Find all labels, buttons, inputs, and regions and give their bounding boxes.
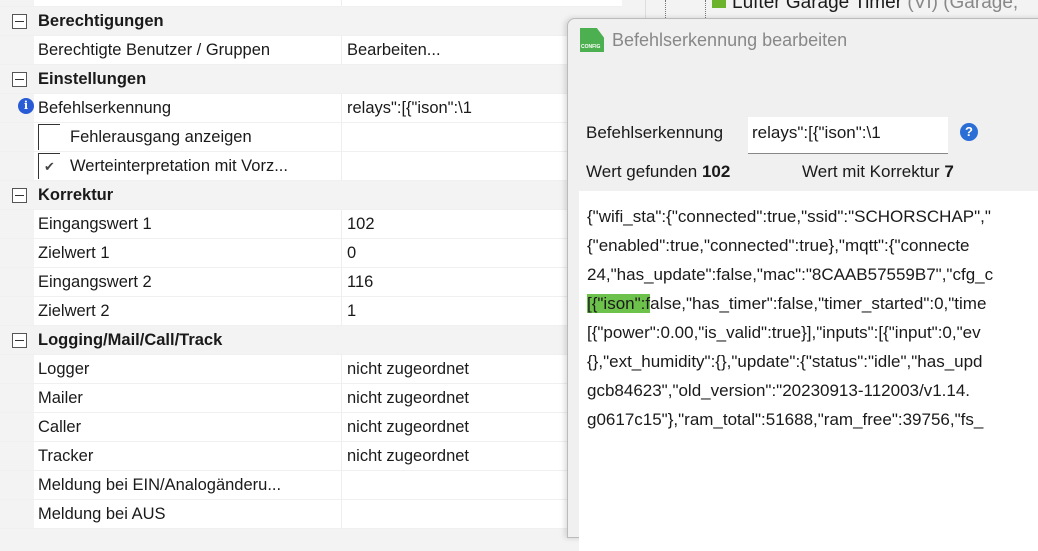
tree-item-label: Lüfter Garage Timer: [732, 0, 903, 13]
response-line: g0617c15"},"ram_total":51688,"ram_free":…: [587, 410, 984, 429]
property-label: Caller: [34, 413, 342, 441]
collapse-icon[interactable]: [12, 188, 27, 203]
property-row[interactable]: Meldung bei EIN/Analogänderu...: [0, 471, 622, 500]
property-label: Tracker: [34, 442, 342, 470]
config-icon: CONFIG: [580, 28, 604, 52]
property-row[interactable]: Eingangswert 1 102: [0, 210, 622, 239]
property-label: Berechtigte Benutzer / Gruppen: [34, 36, 342, 64]
checkbox[interactable]: ✔: [38, 153, 60, 179]
response-line: {},"ext_humidity":{},"update":{"status":…: [587, 352, 983, 371]
property-label: Meldung bei EIN/Analogänderu...: [34, 471, 342, 499]
property-label: Mailer: [34, 384, 342, 412]
grid-row-partial: [0, 0, 622, 7]
section-header[interactable]: Logging/Mail/Call/Track: [0, 326, 622, 355]
property-label: Eingangswert 2: [34, 268, 342, 296]
property-row[interactable]: Logger nicht zugeordnet: [0, 355, 622, 384]
section-header[interactable]: Berechtigungen: [0, 7, 622, 36]
dialog-title: Befehlserkennung bearbeiten: [612, 29, 848, 50]
info-icon: i: [18, 98, 34, 114]
property-row[interactable]: Mailer nicht zugeordnet: [0, 384, 622, 413]
property-label: Befehlserkennung: [34, 94, 342, 122]
match-highlight: [{"ison":f: [587, 294, 651, 313]
collapse-icon[interactable]: [12, 14, 27, 29]
response-line: gcb84623","old_version":"20230913-112003…: [587, 381, 971, 400]
response-line: 24,"has_update":false,"mac":"8CAAB57559B…: [587, 265, 994, 284]
property-grid: Berechtigungen Berechtigte Benutzer / Gru…: [0, 0, 622, 529]
command-input[interactable]: relays":[{"ison":\1: [748, 117, 948, 154]
response-line: [{"ison":false,"has_timer":false,"timer_…: [587, 294, 987, 313]
property-label: Zielwert 1: [34, 239, 342, 267]
section-header[interactable]: Korrektur: [0, 181, 622, 210]
section-header[interactable]: Einstellungen: [0, 65, 622, 94]
response-textarea[interactable]: {"wifi_sta":{"connected":true,"ssid":"SC…: [579, 191, 1038, 551]
checkbox[interactable]: [38, 124, 60, 150]
property-label: ✔ Werteinterpretation mit Vorz...: [34, 152, 342, 180]
device-icon: [712, 0, 726, 8]
property-label: Zielwert 2: [34, 297, 342, 325]
property-row[interactable]: i Befehlserkennung relays":[{"ison":\1: [0, 94, 622, 123]
property-row[interactable]: Fehlerausgang anzeigen: [0, 123, 622, 152]
tree-item[interactable]: Lüfter Garage Timer (VI) (Garage,: [712, 0, 1018, 14]
corrected-value: Wert mit Korrektur 7: [802, 162, 954, 181]
tree-line: [665, 0, 666, 18]
help-icon[interactable]: ?: [960, 123, 978, 141]
property-row[interactable]: Zielwert 10: [0, 239, 622, 268]
property-row[interactable]: Zielwert 21: [0, 297, 622, 326]
collapse-icon[interactable]: [12, 333, 27, 348]
edit-command-dialog: CONFIG Befehlserkennung bearbeiten Befeh…: [567, 18, 1038, 551]
section-title: Logging/Mail/Call/Track: [38, 330, 223, 349]
property-row[interactable]: Caller nicht zugeordnet: [0, 413, 622, 442]
property-row[interactable]: Tracker nicht zugeordnet: [0, 442, 622, 471]
tree-line: [705, 0, 706, 18]
property-label: Fehlerausgang anzeigen: [34, 123, 342, 151]
tree-item-suffix: (VI) (Garage,: [907, 0, 1019, 13]
property-row[interactable]: Berechtigte Benutzer / Gruppen Bearbeiten…: [0, 36, 622, 65]
found-value: Wert gefunden 102: [586, 162, 731, 181]
property-label: Logger: [34, 355, 342, 383]
property-label: Eingangswert 1: [34, 210, 342, 238]
response-line: {"wifi_sta":{"connected":true,"ssid":"SC…: [587, 207, 991, 226]
property-row[interactable]: Meldung bei AUS: [0, 500, 622, 529]
collapse-icon[interactable]: [12, 72, 27, 87]
property-row[interactable]: ✔ Werteinterpretation mit Vorz...: [0, 152, 622, 181]
dialog-title-bar[interactable]: CONFIG Befehlserkennung bearbeiten: [580, 28, 847, 52]
field-label: Befehlserkennung: [586, 123, 724, 142]
property-label: Meldung bei AUS: [34, 500, 342, 528]
response-line: {"enabled":true,"connected":true},"mqtt"…: [587, 236, 970, 255]
response-line: [{"power":0.00,"is_valid":true}],"inputs…: [587, 323, 981, 342]
property-row[interactable]: Eingangswert 2 116: [0, 268, 622, 297]
